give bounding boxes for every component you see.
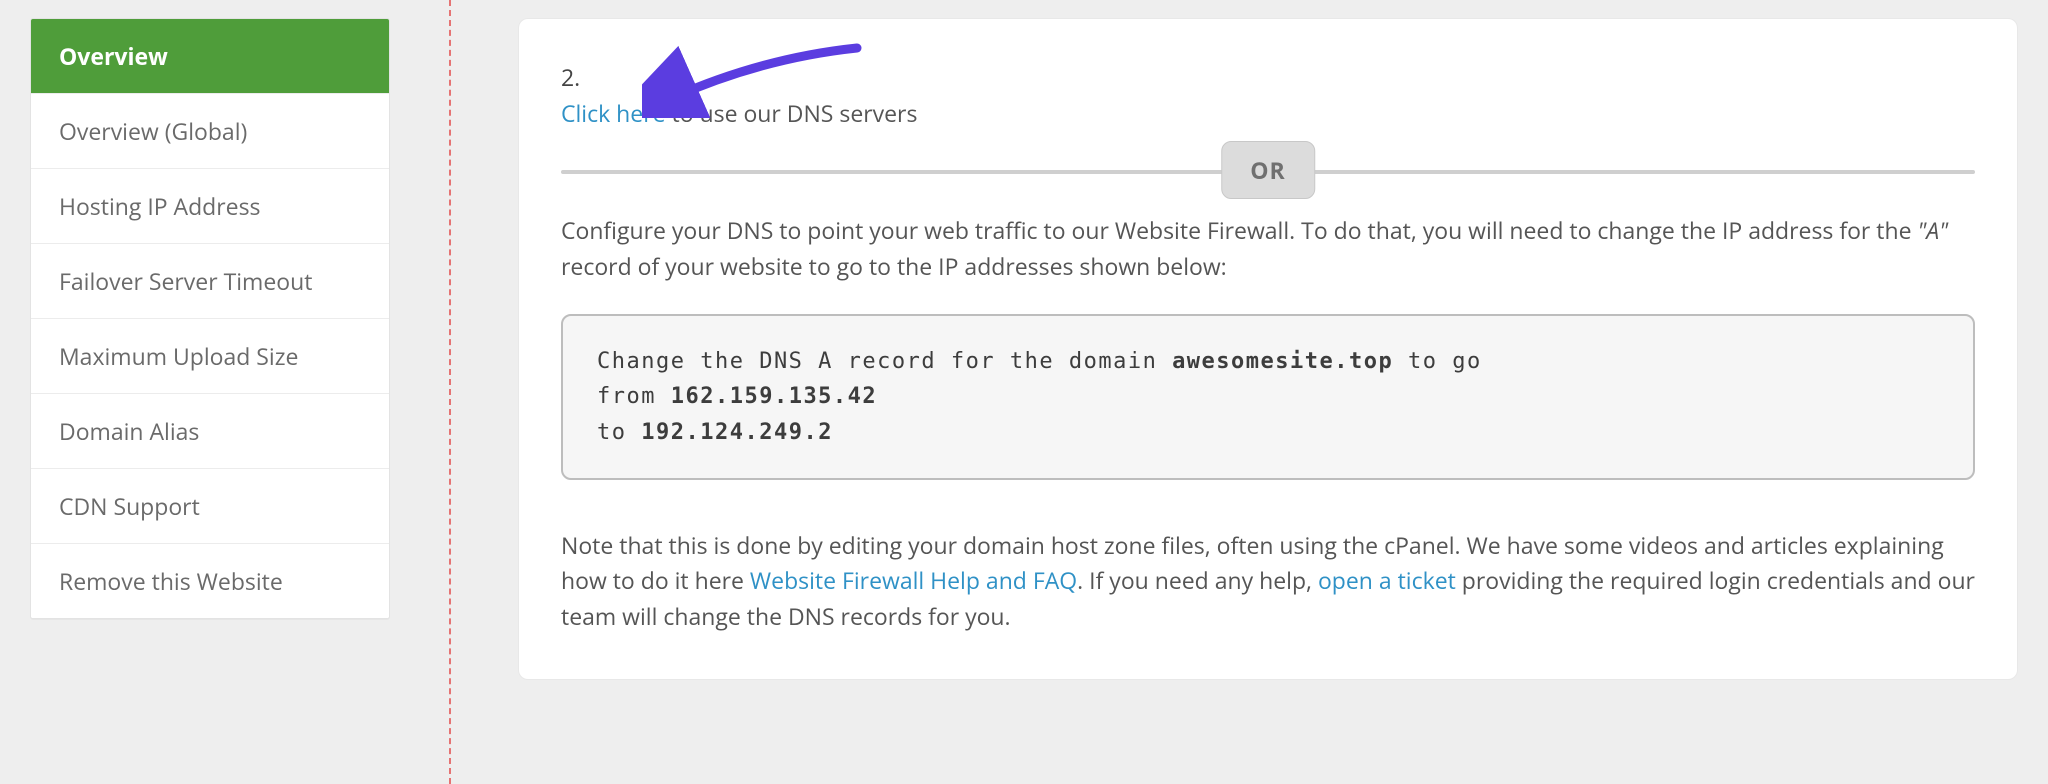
sidebar-item-cdn-support[interactable]: CDN Support [31, 468, 389, 543]
configure-text-2: record of your website to go to the IP a… [561, 250, 1227, 282]
sidebar-item-hosting-ip-address[interactable]: Hosting IP Address [31, 168, 389, 243]
codebox-domain: awesomesite.top [1172, 349, 1393, 374]
sidebar-item-label: CDN Support [59, 490, 200, 522]
codebox-line2-pre: from [597, 384, 671, 409]
or-separator: OR [561, 167, 1975, 173]
codebox-line-1: Change the DNS A record for the domain a… [597, 344, 1939, 379]
sidebar-item-label: Overview [59, 40, 168, 72]
note-paragraph: Note that this is done by editing your d… [561, 528, 1975, 635]
sidebar-item-remove-this-website[interactable]: Remove this Website [31, 543, 389, 618]
sidebar-item-overview[interactable]: Overview [31, 19, 389, 93]
configure-text-1: Configure your DNS to point your web tra… [561, 214, 1917, 246]
sidebar-item-failover-server-timeout[interactable]: Failover Server Timeout [31, 243, 389, 318]
a-record-quote: "A" [1917, 214, 1948, 246]
step-number: 2. [561, 61, 1975, 93]
main-panel: 2. Click here to use our DNS servers OR … [518, 18, 2018, 680]
codebox-line-3: to 192.124.249.2 [597, 415, 1939, 450]
codebox-line1-post: to go [1393, 349, 1481, 374]
configure-instructions: Configure your DNS to point your web tra… [561, 213, 1975, 284]
open-ticket-link[interactable]: open a ticket [1318, 564, 1456, 596]
note-part2: . If you need any help, [1077, 564, 1318, 596]
codebox-line1-pre: Change the DNS A record for the domain [597, 349, 1172, 374]
help-faq-link[interactable]: Website Firewall Help and FAQ [750, 564, 1077, 596]
codebox-to-ip: 192.124.249.2 [641, 420, 833, 445]
sidebar-item-label: Domain Alias [59, 415, 199, 447]
or-pill: OR [1221, 141, 1315, 199]
sidebar: Overview Overview (Global) Hosting IP Ad… [30, 18, 390, 619]
codebox-line-2: from 162.159.135.42 [597, 379, 1939, 414]
sidebar-item-label: Failover Server Timeout [59, 265, 312, 297]
sidebar-item-maximum-upload-size[interactable]: Maximum Upload Size [31, 318, 389, 393]
sidebar-item-label: Remove this Website [59, 565, 283, 597]
sidebar-item-label: Hosting IP Address [59, 190, 261, 222]
sidebar-item-domain-alias[interactable]: Domain Alias [31, 393, 389, 468]
sidebar-item-label: Maximum Upload Size [59, 340, 298, 372]
divider-dashed-vertical [449, 0, 451, 784]
codebox-line3-pre: to [597, 420, 641, 445]
sidebar-item-overview-global[interactable]: Overview (Global) [31, 93, 389, 168]
dns-server-line: Click here to use our DNS servers [561, 97, 1975, 129]
dns-change-codebox: Change the DNS A record for the domain a… [561, 314, 1975, 480]
codebox-from-ip: 162.159.135.42 [671, 384, 877, 409]
sidebar-item-label: Overview (Global) [59, 115, 247, 147]
click-here-link[interactable]: Click here [561, 97, 666, 129]
dns-server-tail: to use our DNS servers [666, 97, 918, 129]
